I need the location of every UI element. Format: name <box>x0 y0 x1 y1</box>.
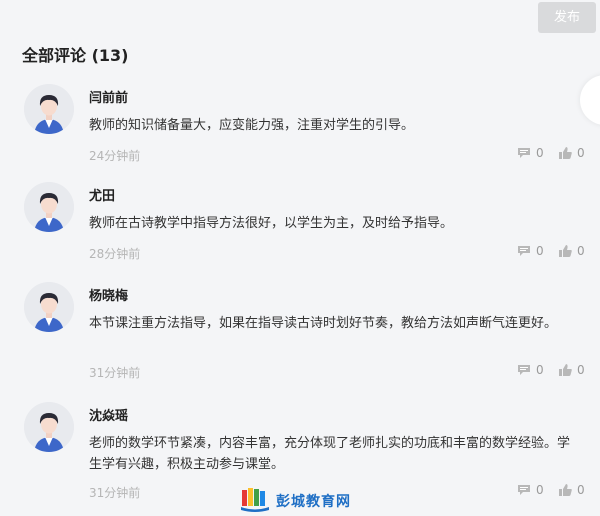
like-button[interactable]: 0 <box>559 483 585 497</box>
reply-count: 0 <box>536 146 544 160</box>
like-count: 0 <box>577 146 585 160</box>
like-button[interactable]: 0 <box>559 244 585 258</box>
comment-icon <box>517 147 531 159</box>
comment-icon <box>517 484 531 496</box>
publish-button[interactable]: 发布 <box>538 2 596 33</box>
book-logo-icon <box>240 486 270 516</box>
like-count: 0 <box>577 244 585 258</box>
thumbs-up-icon <box>559 147 572 159</box>
user-avatar-icon[interactable] <box>24 182 74 232</box>
like-button[interactable]: 0 <box>559 363 585 377</box>
like-button[interactable]: 0 <box>559 146 585 160</box>
comment-text: 教师在古诗教学中指导方法很好，以学生为主，及时给予指导。 <box>89 216 454 231</box>
comment-time: 24分钟前 <box>89 149 141 163</box>
reply-button[interactable]: 0 <box>517 146 544 160</box>
comment-item: 杨晓梅 本节课注重方法指导，如果在指导读古诗时划好节奏，教给方法如声断气连更好。… <box>0 282 600 392</box>
comment-time: 31分钟前 <box>89 486 141 500</box>
watermark-text: 彭城教育网 <box>276 494 351 510</box>
comments-section-title: 全部评论 (13) <box>22 46 129 65</box>
comment-text: 老师的数学环节紧凑，内容丰富，充分体现了老师扎实的功底和丰富的数学经验。学生学有… <box>89 436 571 472</box>
user-avatar-icon[interactable] <box>24 282 74 332</box>
thumbs-up-icon <box>559 245 572 257</box>
comment-icon <box>517 245 531 257</box>
comment-author: 尤田 <box>89 189 116 204</box>
user-avatar-icon[interactable] <box>24 402 74 452</box>
comment-icon <box>517 364 531 376</box>
reply-count: 0 <box>536 244 544 258</box>
comment-text: 教师的知识储备量大，应变能力强，注重对学生的引导。 <box>89 118 415 133</box>
user-avatar-icon[interactable] <box>24 84 74 134</box>
thumbs-up-icon <box>559 484 572 496</box>
comment-item: 尤田 教师在古诗教学中指导方法很好，以学生为主，及时给予指导。 28分钟前 0 … <box>0 182 600 292</box>
comment-author: 闫前前 <box>89 91 129 106</box>
comment-item: 闫前前 教师的知识储备量大，应变能力强，注重对学生的引导。 24分钟前 0 0 <box>0 84 600 194</box>
comment-time: 28分钟前 <box>89 247 141 261</box>
watermark-logo: 彭城教育网 <box>240 486 351 516</box>
reply-button[interactable]: 0 <box>517 244 544 258</box>
like-count: 0 <box>577 363 585 377</box>
thumbs-up-icon <box>559 364 572 376</box>
reply-count: 0 <box>536 363 544 377</box>
comment-author: 沈焱瑶 <box>89 409 129 424</box>
like-count: 0 <box>577 483 585 497</box>
comment-time: 31分钟前 <box>89 366 141 380</box>
comment-text: 本节课注重方法指导，如果在指导读古诗时划好节奏，教给方法如声断气连更好。 <box>89 316 558 331</box>
reply-button[interactable]: 0 <box>517 483 544 497</box>
reply-button[interactable]: 0 <box>517 363 544 377</box>
comment-author: 杨晓梅 <box>89 289 129 304</box>
reply-count: 0 <box>536 483 544 497</box>
